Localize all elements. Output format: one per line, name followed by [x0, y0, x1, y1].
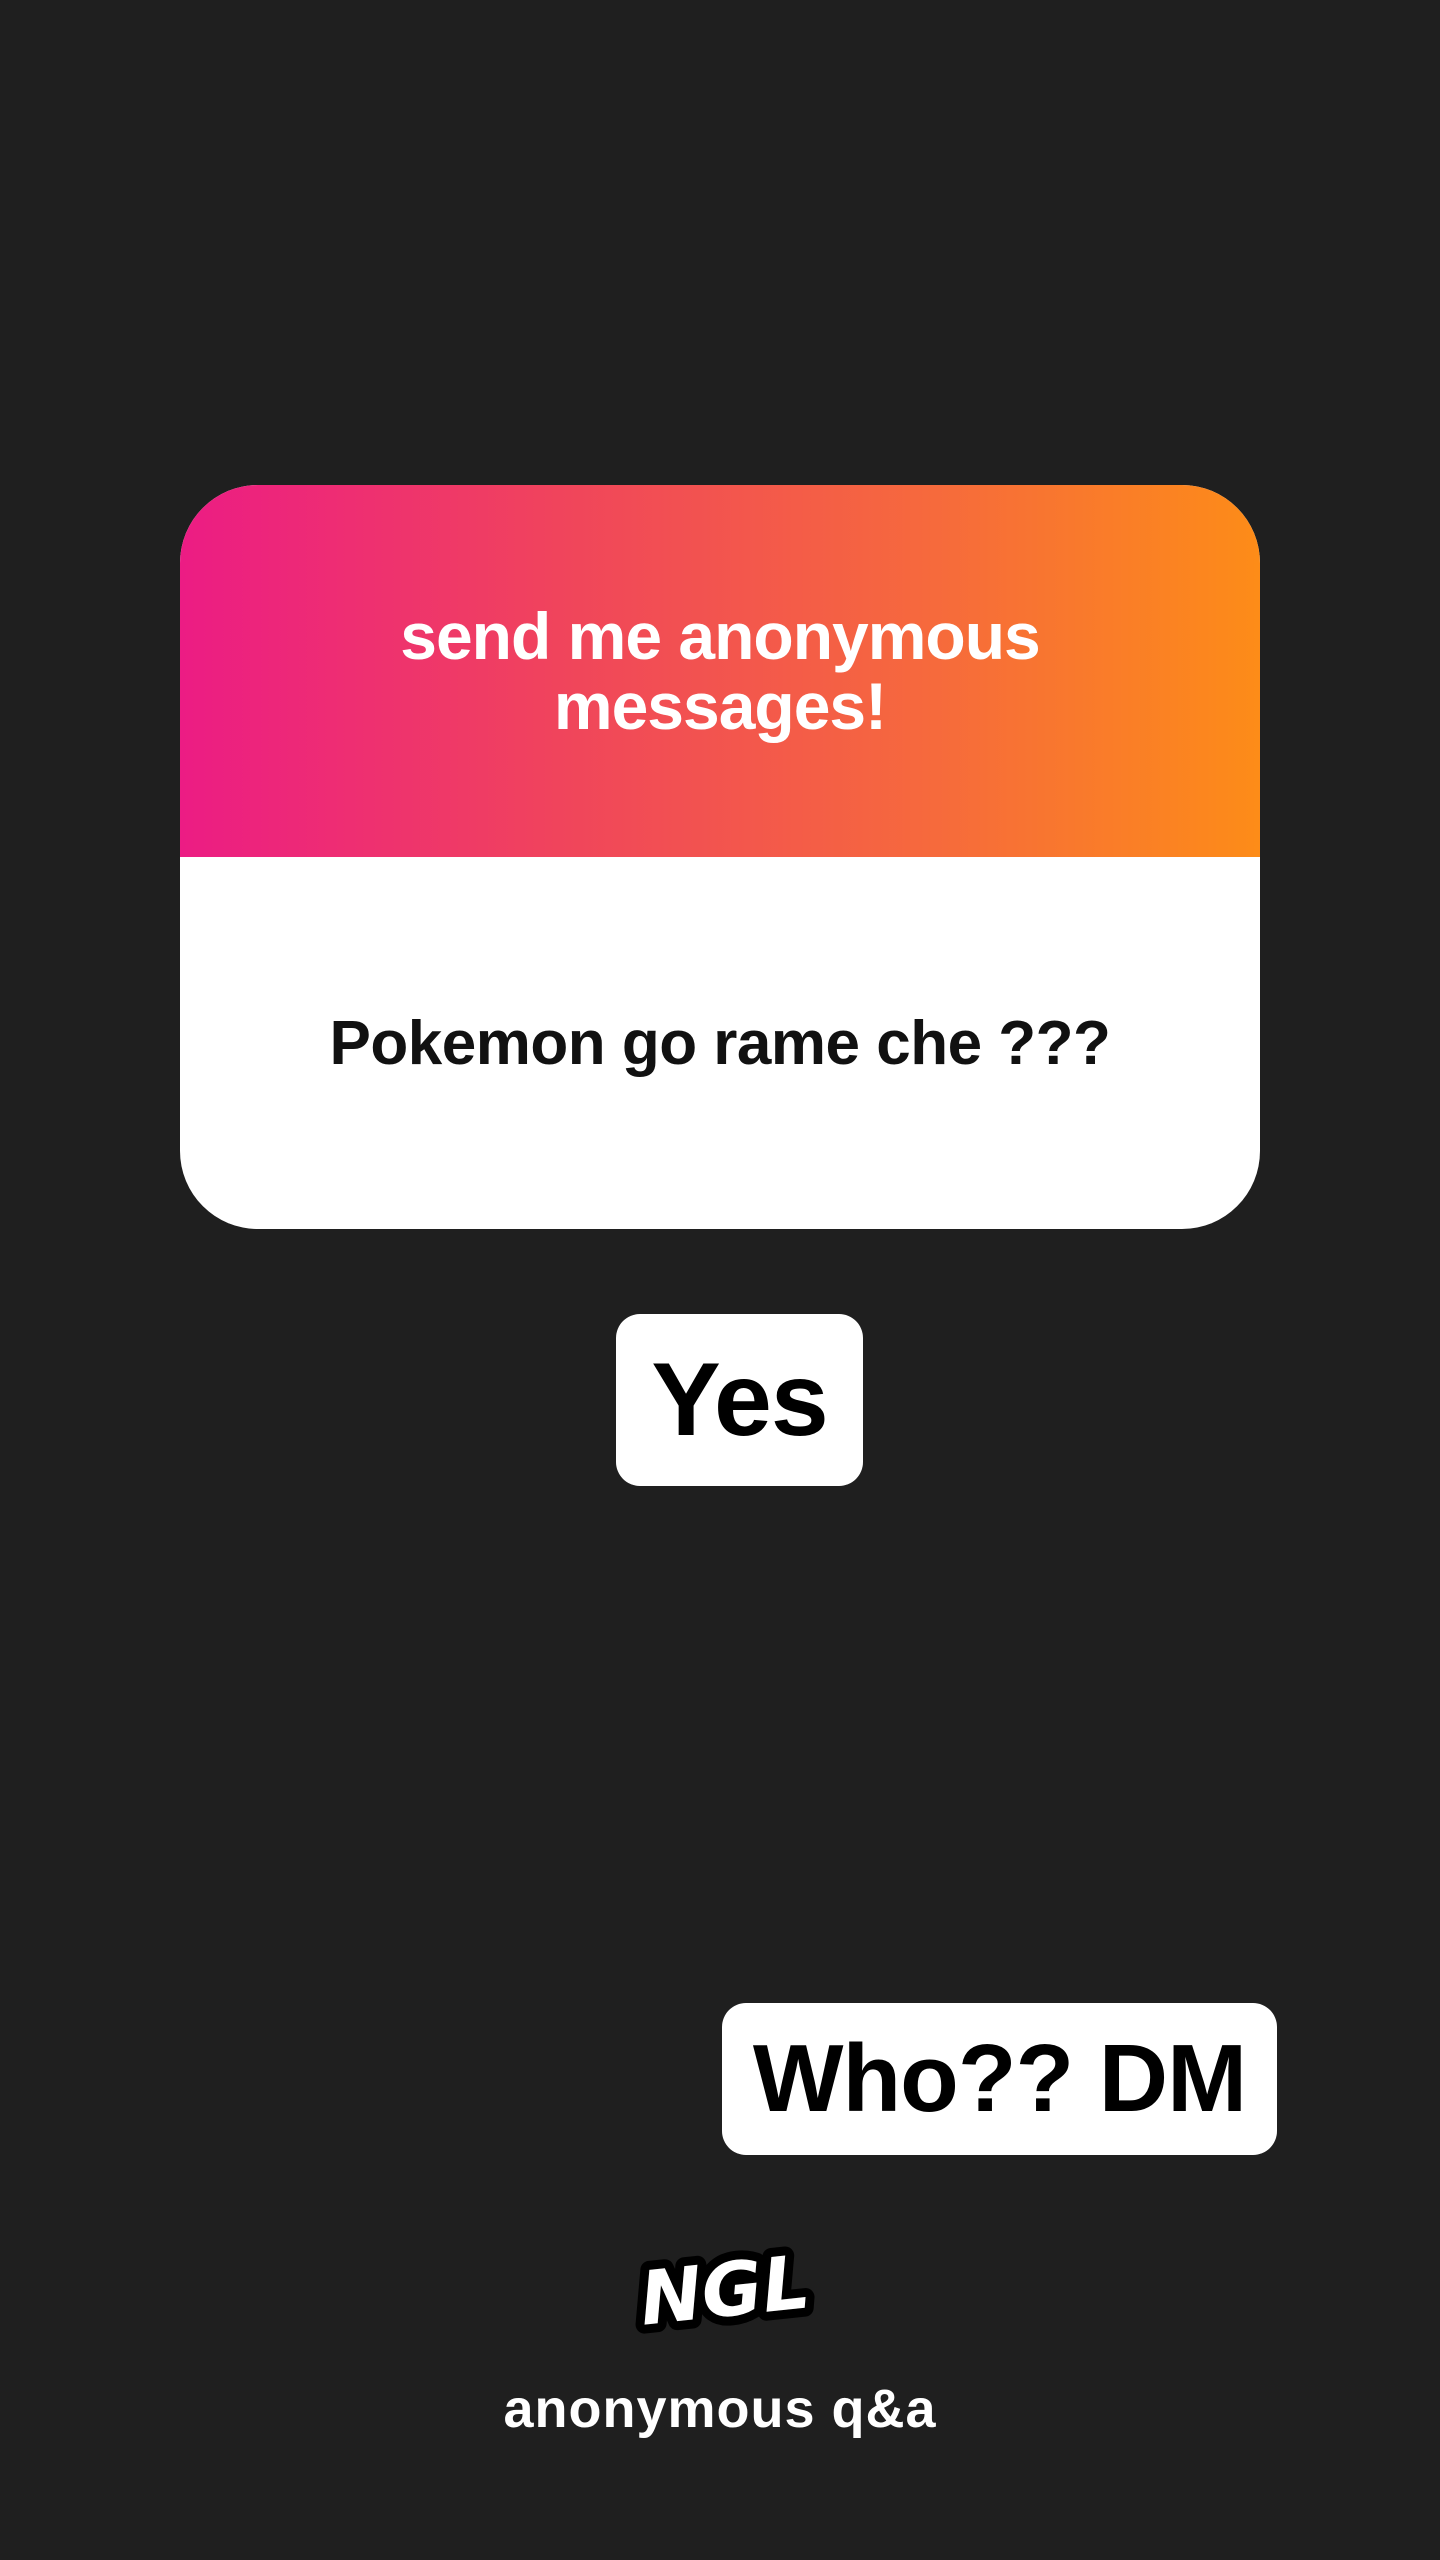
anonymous-question: Pokemon go rame che ???	[329, 1008, 1111, 1078]
card-body: Pokemon go rame che ???	[180, 857, 1260, 1229]
question-card: send me anonymous messages! Pokemon go r…	[180, 485, 1260, 1229]
ngl-caption: anonymous q&a	[503, 2379, 937, 2439]
ngl-logo-fill: NGL	[636, 2239, 814, 2342]
card-header: send me anonymous messages!	[180, 485, 1260, 857]
ngl-logo-icon: NGL NGL	[630, 2238, 820, 2348]
ngl-logo: NGL NGL	[630, 2238, 820, 2348]
yes-text-sticker: Yes	[616, 1314, 863, 1486]
card-title: send me anonymous messages!	[400, 599, 1041, 743]
who-dm-text-sticker: Who?? DM	[722, 2003, 1277, 2155]
